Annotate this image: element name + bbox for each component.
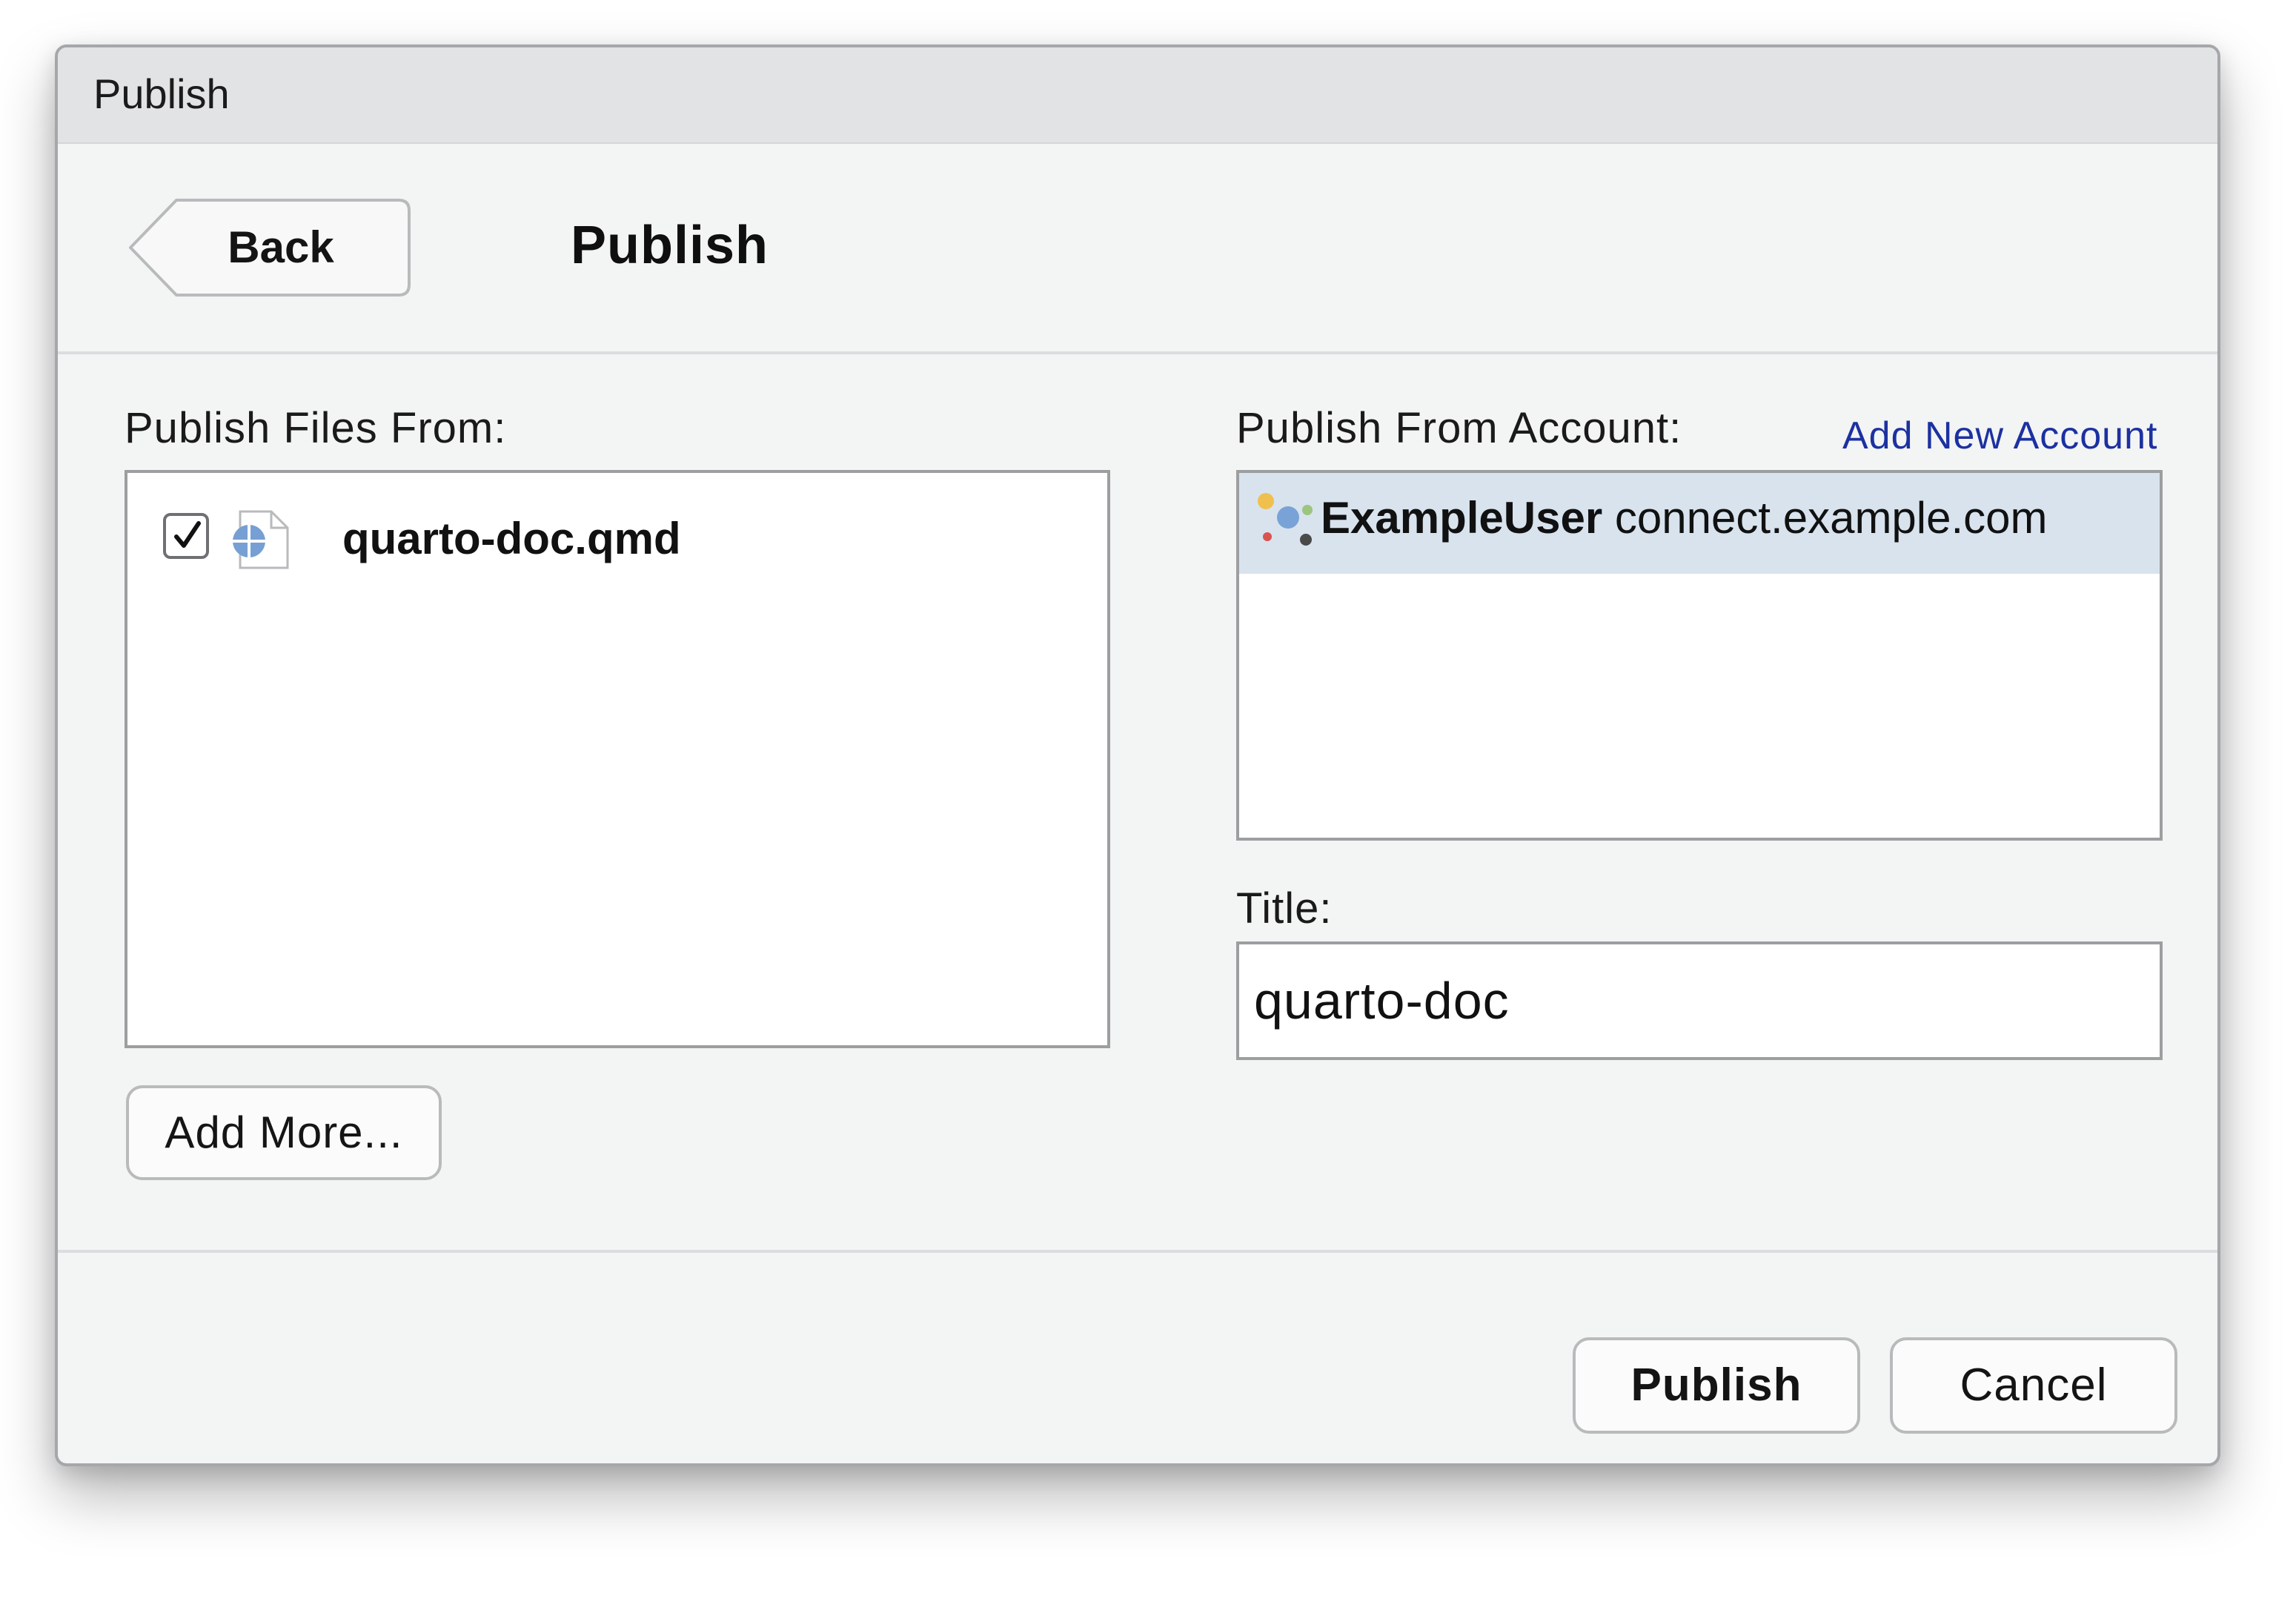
- posit-connect-icon: [1255, 488, 1322, 554]
- publish-button[interactable]: Publish: [1573, 1337, 1860, 1434]
- files-section-label: Publish Files From:: [125, 404, 507, 452]
- files-list[interactable]: quarto-doc.qmd: [125, 470, 1110, 1048]
- add-new-account-link[interactable]: Add New Account: [1842, 414, 2157, 458]
- file-checkbox[interactable]: [163, 513, 209, 559]
- title-input[interactable]: quarto-doc: [1236, 941, 2163, 1060]
- file-name: quarto-doc.qmd: [342, 514, 681, 563]
- account-server: connect.example.com: [1614, 493, 2048, 543]
- account-label: ExampleUser connect.example.com: [1321, 492, 2048, 543]
- account-list[interactable]: ExampleUser connect.example.com: [1236, 470, 2163, 841]
- account-list-item[interactable]: ExampleUser connect.example.com: [1239, 473, 2160, 574]
- add-more-button[interactable]: Add More...: [126, 1085, 442, 1180]
- account-section-label: Publish From Account:: [1236, 404, 1682, 452]
- cancel-button[interactable]: Cancel: [1890, 1337, 2177, 1434]
- window-title: Publish: [93, 70, 230, 117]
- account-username: ExampleUser: [1321, 493, 1603, 543]
- back-button-label: Back: [228, 222, 334, 272]
- window-titlebar[interactable]: Publish: [58, 47, 2217, 144]
- publish-dialog: Publish Back Publish Publish Files From:: [55, 44, 2220, 1466]
- title-field-label: Title:: [1236, 884, 1333, 933]
- back-button[interactable]: Back: [129, 199, 411, 297]
- page-title: Publish: [571, 216, 769, 275]
- checkmark-icon: [174, 521, 201, 548]
- header-divider: [58, 351, 2217, 354]
- quarto-file-icon: [231, 509, 291, 571]
- footer-divider: [58, 1250, 2217, 1253]
